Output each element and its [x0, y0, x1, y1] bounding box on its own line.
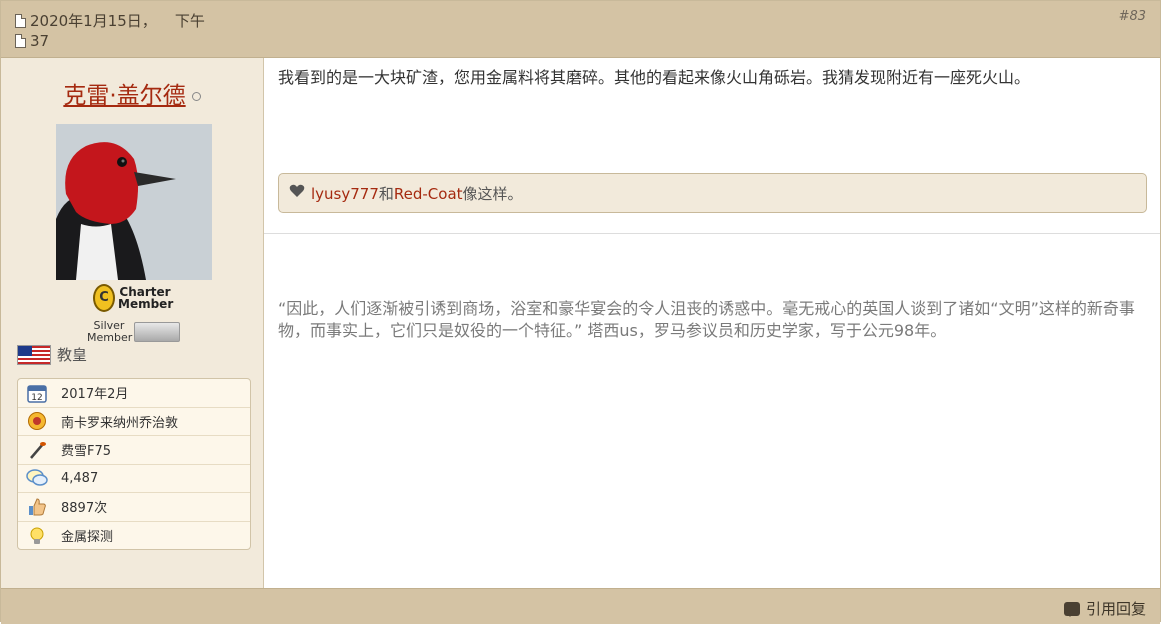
woodpecker-avatar-image [56, 124, 212, 280]
silver-member-badge: Silver Member [87, 320, 180, 344]
like-user-link[interactable]: Red-Coat [394, 185, 463, 203]
interest: 金属探测 [61, 530, 114, 546]
post-body-text: 我看到的是一大块矿渣，您用金属料将其磨碎。其他的看起来像火山角砾岩。我猜发现附近… [278, 68, 1031, 87]
likes-bar: lyusy777和Red-Coat像这样。 [278, 173, 1147, 213]
post-footer: 引用回复 [1, 588, 1160, 624]
document-icon [15, 13, 26, 28]
quote-icon [1063, 601, 1080, 617]
post-time-minutes: 37 [30, 32, 50, 50]
interest-row: 金属探测 [18, 522, 250, 551]
username-text[interactable]: 克雷·盖尔德 [63, 83, 185, 109]
offline-status-icon [191, 92, 201, 101]
detector-icon [26, 440, 48, 460]
posts-icon [26, 468, 48, 488]
charter-member-badge: C Charter Member [93, 284, 174, 312]
quote-reply-label: 引用回复 [1085, 600, 1146, 618]
quote-reply-button[interactable]: 引用回复 [1063, 598, 1146, 619]
charter-member-label: Charter Member [118, 285, 174, 311]
user-signature: “因此，人们逐渐被引诱到商场，浴室和豪华宴会的令人沮丧的诱惑中。毫无戒心的英国人… [278, 299, 1135, 340]
user-role: 教皇 [17, 344, 87, 365]
likes-count: 8897次 [61, 501, 108, 517]
post-date-line: 2020年1月15日， 下午 [15, 10, 205, 31]
location-row: 南卡罗来纳州乔治敦 [18, 408, 250, 436]
detector: 费雪F75 [61, 444, 112, 460]
post-count: 4,487 [61, 470, 99, 486]
detector-row: 费雪F75 [18, 436, 250, 465]
location: 南卡罗来纳州乔治敦 [61, 415, 179, 431]
post-count-row: 4,487 [18, 465, 250, 493]
location-icon [26, 411, 48, 431]
post-content: 我看到的是一大块矿渣，您用金属料将其磨碎。其他的看起来像火山角砾岩。我猜发现附近… [264, 58, 1160, 588]
user-role-text: 教皇 [57, 346, 88, 364]
post-date: 2020年1月15日， [30, 12, 157, 30]
post-header: 2020年1月15日， 下午 37 #83 [1, 1, 1160, 58]
lightbulb-icon [26, 526, 48, 546]
likes-suffix-text: 像这样。 [462, 184, 523, 203]
document-icon [15, 34, 26, 48]
post-time-line: 37 [15, 32, 49, 50]
likes-and-text: 和 [378, 184, 394, 203]
thumbs-up-icon [26, 497, 48, 517]
silver-member-label: Silver Member [87, 319, 133, 344]
avatar[interactable] [56, 124, 212, 280]
user-info-box: 12 2017年2月 南卡罗来纳州乔治敦 费雪F75 4,487 8897次 金… [17, 378, 251, 550]
join-date: 2017年2月 [61, 387, 129, 403]
signature-divider [264, 233, 1160, 234]
silver-bar-icon [134, 322, 180, 342]
post-time: 下午 [174, 12, 205, 30]
like-user-link[interactable]: lyusy777 [311, 185, 379, 203]
username-link[interactable]: 克雷·盖尔德 [1, 76, 263, 110]
likes-count-row: 8897次 [18, 493, 250, 522]
calendar-icon: 12 [26, 383, 48, 403]
forum-post: 2020年1月15日， 下午 37 #83 克雷·盖尔德 C Charter M… [0, 0, 1161, 624]
join-date-row: 12 2017年2月 [18, 379, 250, 408]
heart-icon [289, 184, 305, 202]
charter-c-icon: C [93, 284, 115, 312]
us-flag-icon [17, 344, 51, 365]
svg-text:12: 12 [31, 393, 42, 403]
user-sidebar: 克雷·盖尔德 C Charter Member Silver Member 教皇 [1, 58, 264, 588]
post-number-link[interactable]: #83 [1119, 9, 1146, 24]
